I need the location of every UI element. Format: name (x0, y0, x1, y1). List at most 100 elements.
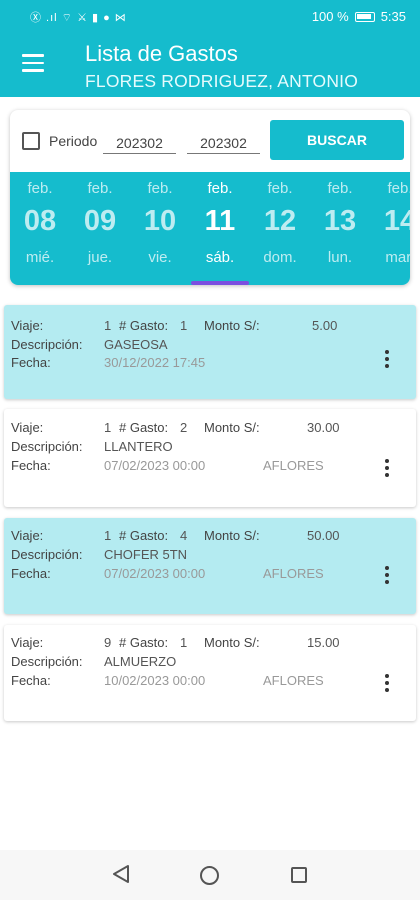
back-icon[interactable] (112, 864, 130, 884)
viaje-value: 1 (104, 528, 112, 543)
date-weekday: mié. (25, 249, 55, 266)
expense-card[interactable]: Viaje: 9 # Gasto: 1 Monto S/: 15.00 Desc… (4, 625, 416, 721)
home-icon[interactable] (200, 866, 219, 885)
gasto-label: # Gasto: (119, 528, 169, 543)
battery-icon (354, 11, 375, 22)
date-month: feb. (27, 180, 53, 197)
period-from-input[interactable] (103, 132, 176, 154)
recent-apps-icon[interactable] (291, 867, 307, 883)
monto-label: Monto S/: (204, 420, 260, 435)
date-day: 14 (383, 205, 410, 237)
date-weekday: sáb. (205, 249, 235, 266)
date-item[interactable]: feb. 10 vie. (130, 172, 190, 285)
viaje-label: Viaje: (11, 635, 44, 650)
date-day: 11 (204, 205, 236, 237)
descripcion-value: ALMUERZO (104, 654, 177, 669)
status-bar: Ⓧ .ıl ⌔ ⚔ ▮ ● ⋈ 100 % 5:35 (0, 0, 420, 33)
date-month: feb. (327, 180, 353, 197)
viaje-value: 9 (104, 635, 112, 650)
date-month: feb. (267, 180, 293, 197)
date-day: 12 (263, 205, 297, 237)
page-subtitle: FLORES RODRIGUEZ, ANTONIO (85, 71, 359, 91)
clock: 5:35 (380, 9, 406, 24)
menu-icon[interactable] (22, 54, 44, 72)
monto-value: 5.00 (312, 318, 338, 333)
more-options-icon[interactable] (384, 459, 390, 481)
filter-card: Periodo BUSCAR feb. 08 mié. feb. 09 jue.… (10, 110, 410, 285)
gasto-value: 2 (180, 420, 188, 435)
page-title: Lista de Gastos (85, 41, 238, 66)
more-options-icon[interactable] (384, 566, 390, 588)
date-item-selected[interactable]: feb. 11 sáb. (190, 172, 250, 285)
date-month: feb. (207, 180, 233, 197)
date-month: feb. (87, 180, 113, 197)
date-weekday: lun. (327, 249, 353, 266)
fecha-value: 07/02/2023 00:00 (104, 458, 206, 473)
fecha-label: Fecha: (11, 458, 51, 473)
date-item[interactable]: feb. 08 mié. (10, 172, 70, 285)
period-to-input[interactable] (187, 132, 260, 154)
monto-label: Monto S/: (204, 318, 260, 333)
periodo-checkbox[interactable] (22, 132, 40, 150)
viaje-value: 1 (104, 318, 112, 333)
descripcion-value: GASEOSA (104, 337, 168, 352)
descripcion-value: LLANTERO (104, 439, 173, 454)
fecha-label: Fecha: (11, 673, 51, 688)
descripcion-label: Descripción: (11, 654, 83, 669)
usuario-value: AFLORES (263, 458, 324, 473)
date-weekday: dom. (263, 249, 297, 266)
date-month: feb. (387, 180, 410, 197)
monto-value: 15.00 (307, 635, 340, 650)
date-day: 08 (23, 205, 57, 237)
date-day: 10 (143, 205, 177, 237)
fecha-value: 07/02/2023 00:00 (104, 566, 206, 581)
viaje-label: Viaje: (11, 420, 44, 435)
expense-card[interactable]: Viaje: 1 # Gasto: 2 Monto S/: 30.00 Desc… (4, 409, 416, 507)
monto-value: 30.00 (307, 420, 340, 435)
filter-row: Periodo BUSCAR (10, 110, 410, 172)
date-weekday: vie. (148, 249, 172, 266)
usuario-value: AFLORES (263, 673, 324, 688)
date-item[interactable]: feb. 09 jue. (70, 172, 130, 285)
monto-value: 50.00 (307, 528, 340, 543)
fecha-value: 30/12/2022 17:45 (104, 355, 206, 370)
expense-card[interactable]: Viaje: 1 # Gasto: 1 Monto S/: 5.00 Descr… (4, 305, 416, 399)
viaje-label: Viaje: (11, 528, 44, 543)
descripcion-label: Descripción: (11, 337, 83, 352)
more-options-icon[interactable] (384, 350, 390, 372)
expense-card[interactable]: Viaje: 1 # Gasto: 4 Monto S/: 50.00 Desc… (4, 518, 416, 614)
search-button[interactable]: BUSCAR (270, 120, 404, 160)
usuario-value: AFLORES (263, 566, 324, 581)
status-icons: Ⓧ .ıl ⌔ ⚔ ▮ ● ⋈ (30, 11, 127, 24)
more-options-icon[interactable] (384, 674, 390, 696)
date-weekday: jue. (87, 249, 113, 266)
viaje-label: Viaje: (11, 318, 44, 333)
gasto-value: 4 (180, 528, 188, 543)
date-strip[interactable]: feb. 08 mié. feb. 09 jue. feb. 10 vie. f… (10, 172, 410, 285)
descripcion-value: CHOFER 5TN (104, 547, 188, 562)
system-nav-bar (0, 850, 420, 900)
monto-label: Monto S/: (204, 528, 260, 543)
fecha-label: Fecha: (11, 566, 51, 581)
gasto-label: # Gasto: (119, 318, 169, 333)
gasto-label: # Gasto: (119, 420, 169, 435)
date-item[interactable]: feb. 14 mar. (370, 172, 410, 285)
date-weekday: mar. (385, 249, 410, 266)
date-day: 09 (83, 205, 117, 237)
date-item[interactable]: feb. 12 dom. (250, 172, 310, 285)
descripcion-label: Descripción: (11, 439, 83, 454)
monto-label: Monto S/: (204, 635, 260, 650)
date-day: 13 (323, 205, 357, 237)
periodo-label: Periodo (49, 133, 98, 149)
date-item[interactable]: feb. 13 lun. (310, 172, 370, 285)
fecha-value: 10/02/2023 00:00 (104, 673, 206, 688)
app-bar: Lista de Gastos FLORES RODRIGUEZ, ANTONI… (0, 33, 420, 97)
status-right: 100 % 5:35 (312, 9, 406, 24)
battery-percent: 100 % (311, 9, 349, 24)
gasto-value: 1 (180, 635, 188, 650)
descripcion-label: Descripción: (11, 547, 83, 562)
selected-indicator (191, 281, 249, 285)
gasto-label: # Gasto: (119, 635, 169, 650)
viaje-value: 1 (104, 420, 112, 435)
date-month: feb. (147, 180, 173, 197)
